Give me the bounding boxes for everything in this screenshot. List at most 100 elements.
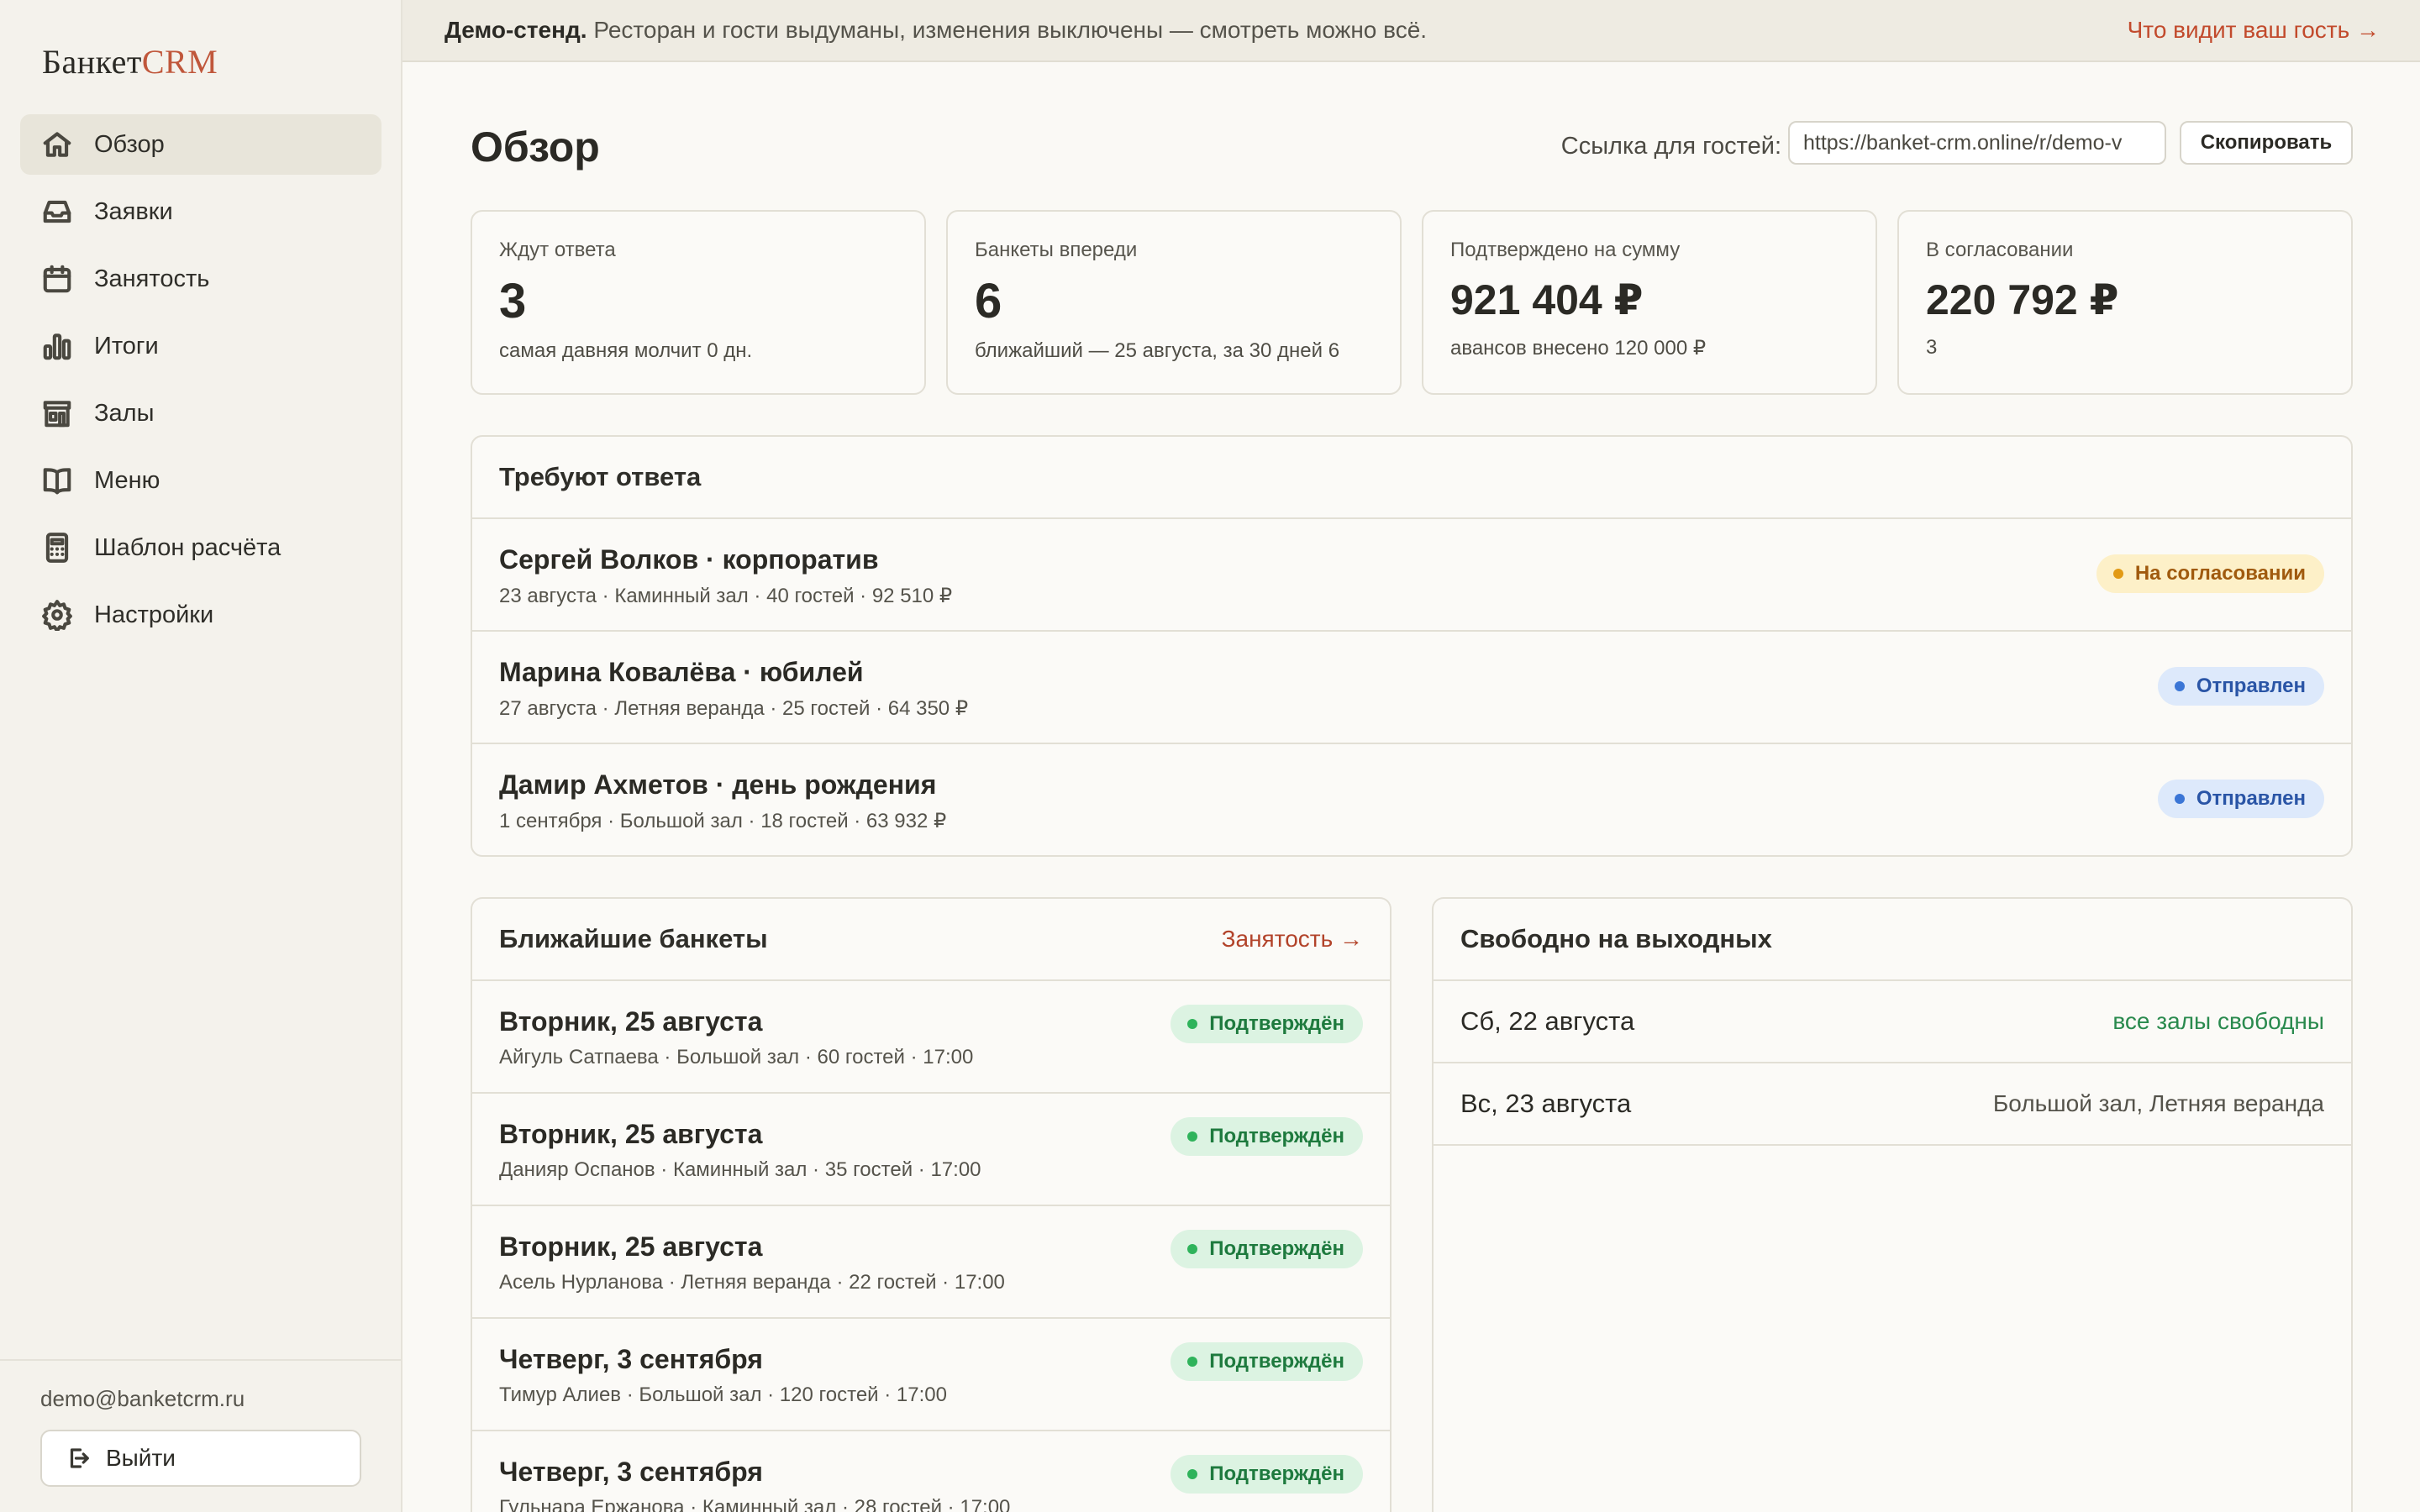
- status-dot: [2174, 794, 2185, 804]
- sidebar-footer: demo@banketcrm.ru Выйти: [0, 1359, 401, 1512]
- status-badge: Подтверждён: [1171, 1342, 1363, 1381]
- status-text: Подтверждён: [1209, 1012, 1344, 1035]
- stat-card-awaiting: Ждут ответа 3 самая давняя молчит 0 дн.: [471, 210, 926, 395]
- logo-text-main: Банкет: [42, 43, 142, 81]
- list-item[interactable]: Вс, 23 августа Большой зал, Летняя веран…: [1434, 1063, 2351, 1146]
- demo-banner-message: Демо-стенд. Ресторан и гости выдуманы, и…: [445, 17, 1427, 44]
- guest-link-label: Ссылка для гостей:: [1560, 133, 1781, 160]
- status-text: Подтверждён: [1209, 1237, 1344, 1260]
- sidebar: БанкетCRM Обзор Заявки Занятость Итоги З…: [0, 0, 402, 1512]
- status-badge: Подтверждён: [1171, 1455, 1363, 1494]
- list-item[interactable]: Четверг, 3 сентября Тимур Алиев · Большо…: [472, 1319, 1390, 1431]
- request-title: Дамир Ахметов · день рождения: [499, 769, 937, 800]
- sidebar-item-label: Обзор: [94, 130, 165, 158]
- list-item[interactable]: Марина Ковалёва · юбилей 27 августа · Ле…: [472, 632, 2351, 744]
- list-item[interactable]: Вторник, 25 августа Айгуль Сатпаева · Бо…: [472, 981, 1390, 1094]
- stat-sub: авансов внесено 120 000 ₽: [1450, 337, 1707, 360]
- copy-button[interactable]: Скопировать: [2180, 121, 2353, 165]
- request-title: Сергей Волков · корпоратив: [499, 544, 879, 575]
- sidebar-nav: Обзор Заявки Занятость Итоги Залы Меню Ш…: [20, 114, 381, 652]
- stat-value: 3: [499, 274, 527, 328]
- sidebar-item-label: Настройки: [94, 601, 214, 628]
- sidebar-item-label: Заявки: [94, 197, 173, 225]
- status-badge: Отправлен: [2157, 780, 2324, 818]
- logout-label: Выйти: [106, 1445, 176, 1471]
- app-logo[interactable]: БанкетCRM: [42, 42, 218, 81]
- home-icon: [40, 128, 74, 161]
- page-title: Обзор: [471, 123, 600, 171]
- upcoming-card: Ближайшие банкеты Занятость → Вторник, 2…: [471, 897, 1392, 1512]
- status-text: Подтверждён: [1209, 1462, 1344, 1485]
- list-item[interactable]: Дамир Ахметов · день рождения 1 сентября…: [472, 744, 2351, 855]
- sidebar-item-label: Занятость: [94, 265, 210, 292]
- status-dot: [1187, 1469, 1198, 1479]
- sidebar-item-label: Шаблон расчёта: [94, 533, 281, 561]
- sidebar-item-occupancy[interactable]: Занятость: [20, 249, 381, 309]
- banquet-details: Тимур Алиев · Большой зал · 120 гостей ·…: [499, 1383, 947, 1406]
- request-title: Марина Ковалёва · юбилей: [499, 657, 864, 687]
- calendar-icon: [40, 262, 74, 296]
- stat-sub: ближайший — 25 августа, за 30 дней 6: [975, 339, 1340, 362]
- status-dot: [1187, 1131, 1198, 1142]
- request-details: 23 августа · Каминный зал · 40 гостей · …: [499, 585, 953, 607]
- card-title: Свободно на выходных: [1460, 924, 1772, 953]
- status-badge: Отправлен: [2157, 667, 2324, 706]
- list-item[interactable]: Сергей Волков · корпоратив 23 августа · …: [472, 519, 2351, 632]
- status-badge: Подтверждён: [1171, 1005, 1363, 1043]
- sidebar-item-results[interactable]: Итоги: [20, 316, 381, 376]
- book-icon: [40, 464, 74, 497]
- banquet-details: Данияр Оспанов · Каминный зал · 35 госте…: [499, 1158, 981, 1181]
- weekend-availability: все залы свободны: [2112, 1008, 2324, 1034]
- stat-label: Подтверждено на сумму: [1450, 239, 1681, 261]
- sidebar-item-calc-template[interactable]: Шаблон расчёта: [20, 517, 381, 578]
- list-item[interactable]: Сб, 22 августа все залы свободны: [1434, 981, 2351, 1063]
- sidebar-item-settings[interactable]: Настройки: [20, 585, 381, 645]
- user-email: demo@banketcrm.ru: [40, 1386, 245, 1411]
- card-header: Свободно на выходных: [1434, 899, 2351, 981]
- request-details: 27 августа · Летняя веранда · 25 гостей …: [499, 697, 969, 720]
- card-header: Ближайшие банкеты Занятость →: [472, 899, 1390, 981]
- weekend-day: Вс, 23 августа: [1460, 1089, 1632, 1118]
- guest-link-input[interactable]: [1788, 121, 2166, 165]
- stat-value: 921 404 ₽: [1450, 276, 1644, 323]
- sidebar-item-label: Залы: [94, 399, 155, 427]
- occupancy-link[interactable]: Занятость →: [1222, 926, 1363, 953]
- list-item[interactable]: Вторник, 25 августа Асель Нурланова · Ле…: [472, 1206, 1390, 1319]
- sidebar-item-label: Меню: [94, 466, 160, 494]
- status-text: Отправлен: [2196, 787, 2306, 810]
- sidebar-item-menu[interactable]: Меню: [20, 450, 381, 511]
- demo-banner-text: Ресторан и гости выдуманы, изменения вык…: [593, 17, 1428, 43]
- weekend-day: Сб, 22 августа: [1460, 1006, 1635, 1036]
- status-badge: На согласовании: [2096, 554, 2324, 593]
- list-item[interactable]: Четверг, 3 сентября Гульнара Ержанова · …: [472, 1431, 1390, 1512]
- stat-sub: 3: [1926, 336, 1938, 359]
- banquet-details: Гульнара Ержанова · Каминный зал · 28 го…: [499, 1496, 1011, 1512]
- weekend-availability: Большой зал, Летняя веранда: [1992, 1090, 2324, 1116]
- card-header: Требуют ответа: [472, 437, 2351, 519]
- sidebar-item-label: Итоги: [94, 332, 159, 360]
- list-item[interactable]: Вторник, 25 августа Данияр Оспанов · Кам…: [472, 1094, 1390, 1206]
- stat-card-negotiation: В согласовании 220 792 ₽ 3: [1897, 210, 2353, 395]
- logout-icon: [70, 1448, 89, 1468]
- status-dot: [2174, 681, 2185, 691]
- sidebar-item-halls[interactable]: Залы: [20, 383, 381, 444]
- logo-text-accent: CRM: [141, 43, 218, 81]
- stat-value: 6: [975, 274, 1002, 328]
- inbox-icon: [40, 195, 74, 228]
- stat-label: Ждут ответа: [499, 239, 616, 261]
- status-dot: [1187, 1244, 1198, 1254]
- status-text: На согласовании: [2134, 562, 2306, 585]
- guest-view-link[interactable]: Что видит ваш гость →: [2128, 17, 2380, 44]
- card-title: Требуют ответа: [499, 462, 702, 491]
- demo-banner: Демо-стенд. Ресторан и гости выдуманы, и…: [402, 0, 2420, 62]
- status-badge: Подтверждён: [1171, 1117, 1363, 1156]
- logout-button[interactable]: Выйти: [40, 1430, 361, 1487]
- status-text: Подтверждён: [1209, 1125, 1344, 1147]
- stat-sub: самая давняя молчит 0 дн.: [499, 339, 753, 362]
- demo-banner-strong: Демо-стенд.: [445, 17, 587, 43]
- status-text: Подтверждён: [1209, 1350, 1344, 1373]
- sidebar-item-requests[interactable]: Заявки: [20, 181, 381, 242]
- status-dot: [1187, 1357, 1198, 1367]
- bar-chart-icon: [40, 329, 74, 363]
- sidebar-item-overview[interactable]: Обзор: [20, 114, 381, 175]
